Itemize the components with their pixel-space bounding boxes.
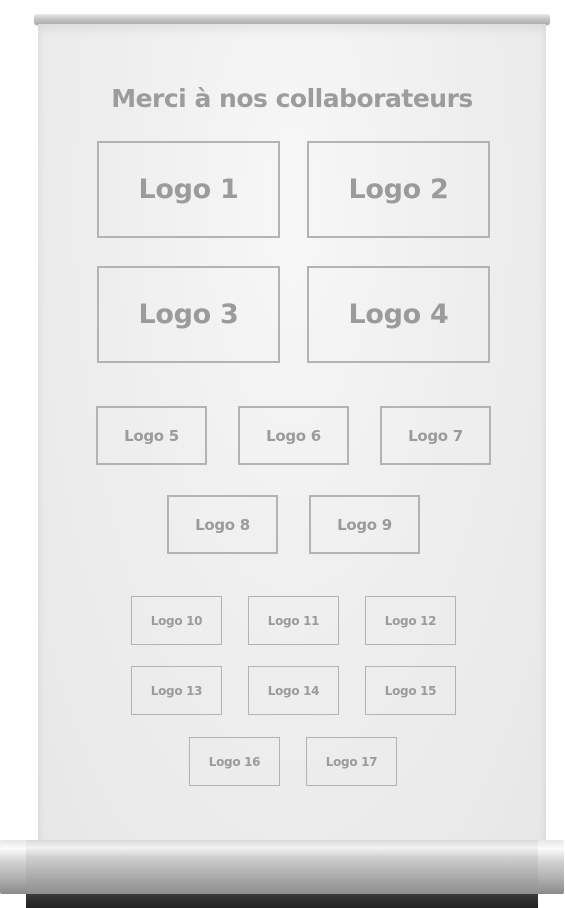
logo-placeholder-12: Logo 12	[365, 596, 456, 645]
logo-placeholder-17: Logo 17	[306, 737, 397, 786]
banner-base	[0, 840, 564, 908]
logo-placeholder-14: Logo 14	[248, 666, 339, 715]
logo-placeholder-3: Logo 3	[97, 266, 280, 363]
base-end-cap-right	[538, 840, 564, 894]
banner-sheet: Merci à nos collaborateurs Logo 1 Logo 2…	[38, 24, 546, 848]
logo-placeholder-2: Logo 2	[307, 141, 490, 238]
logo-placeholder-11: Logo 11	[248, 596, 339, 645]
logo-placeholder-16: Logo 16	[189, 737, 280, 786]
logo-placeholder-15: Logo 15	[365, 666, 456, 715]
banner-title: Merci à nos collaborateurs	[111, 84, 473, 113]
logo-placeholder-5: Logo 5	[96, 406, 207, 465]
logo-placeholder-8: Logo 8	[167, 495, 278, 554]
logo-placeholder-10: Logo 10	[131, 596, 222, 645]
logo-placeholder-4: Logo 4	[307, 266, 490, 363]
logo-placeholder-6: Logo 6	[238, 406, 349, 465]
base-cassette	[14, 840, 550, 894]
logo-placeholder-1: Logo 1	[97, 141, 280, 238]
base-foot	[26, 894, 538, 908]
logo-placeholder-9: Logo 9	[309, 495, 420, 554]
logo-placeholder-13: Logo 13	[131, 666, 222, 715]
roll-up-banner-stand: Merci à nos collaborateurs Logo 1 Logo 2…	[0, 0, 565, 908]
logo-placeholder-7: Logo 7	[380, 406, 491, 465]
base-end-cap-left	[0, 840, 26, 894]
